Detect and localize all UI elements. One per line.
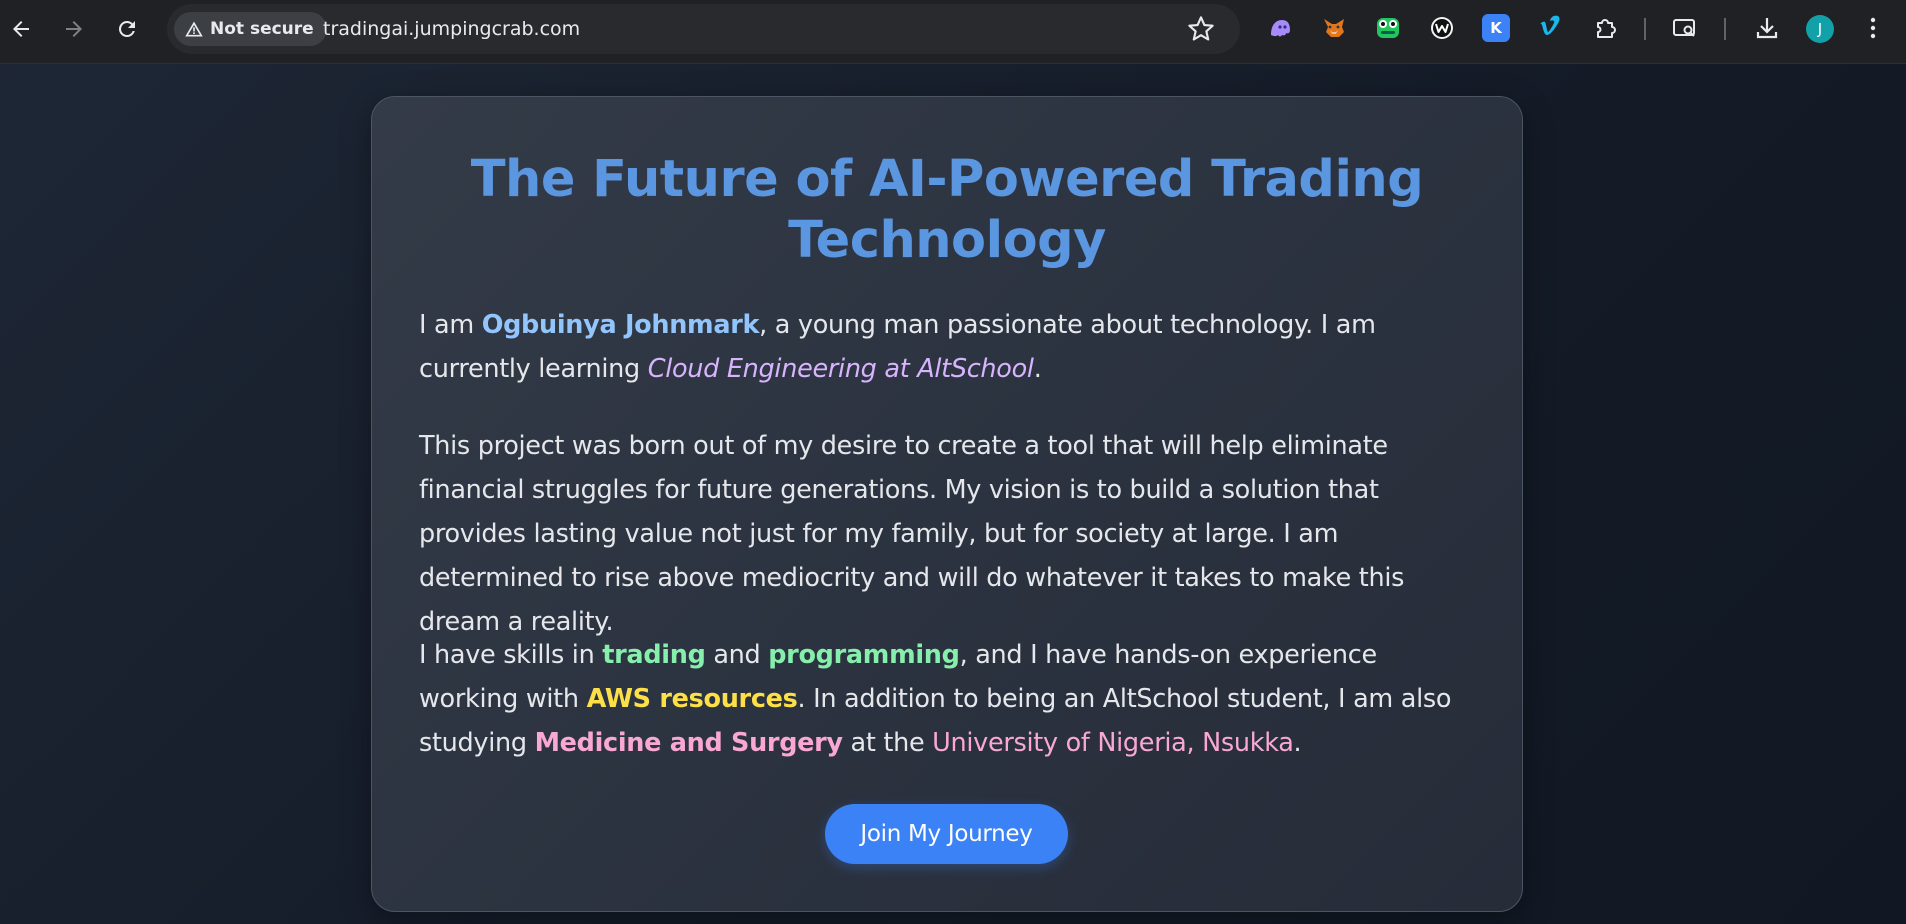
tab-search-icon[interactable] <box>1671 14 1699 42</box>
aws-resources: AWS resources <box>586 684 798 714</box>
k-extension-icon[interactable]: K <box>1482 14 1510 42</box>
skills-text-6: . <box>1293 728 1302 758</box>
skills-text-5: at the <box>842 728 933 758</box>
ghost-extension-icon[interactable] <box>1266 14 1294 42</box>
vimeo-icon[interactable] <box>1536 14 1564 42</box>
skills-text-2: and <box>705 640 769 670</box>
metamask-fox-icon[interactable] <box>1320 14 1348 42</box>
w-extension-icon[interactable] <box>1428 14 1456 42</box>
university-name: University of Nigeria, Nsukka <box>932 728 1294 758</box>
author-name: Ogbuinya Johnmark <box>481 310 760 340</box>
back-button[interactable] <box>2 10 40 48</box>
arrow-right-icon <box>66 21 82 37</box>
security-label: Not secure <box>210 19 314 39</box>
intro-text-1: I am <box>419 310 482 340</box>
bookmark-star-button[interactable] <box>1187 15 1215 43</box>
profile-avatar[interactable]: J <box>1806 15 1834 43</box>
reload-icon <box>119 21 135 37</box>
avatar-initial: J <box>1817 20 1823 38</box>
star-icon <box>1188 16 1214 41</box>
join-journey-button[interactable]: Join My Journey <box>825 804 1068 864</box>
content-card: The Future of AI-Powered Trading Technol… <box>371 96 1523 912</box>
page-title: The Future of AI-Powered Trading Technol… <box>470 150 1424 270</box>
skill-programming: programming <box>768 640 960 670</box>
medicine-surgery: Medicine and Surgery <box>534 728 843 758</box>
toolbar-divider <box>1644 18 1646 40</box>
puzzle-extensions-icon[interactable] <box>1592 14 1620 42</box>
arrow-left-icon <box>13 21 29 37</box>
frog-extension-icon[interactable] <box>1374 14 1402 42</box>
download-icon[interactable] <box>1753 14 1781 42</box>
kebab-menu-icon[interactable] <box>1859 14 1887 42</box>
vision-paragraph: This project was born out of my desire t… <box>419 431 1405 637</box>
skills-text-1: I have skills in <box>419 640 603 670</box>
forward-button[interactable] <box>55 10 93 48</box>
k-extension-label: K <box>1490 19 1502 37</box>
address-bar[interactable]: Not secure tradingai.jumpingcrab.com <box>167 4 1240 54</box>
skills-paragraph: I have skills in trading and programming… <box>419 633 1479 765</box>
intro-paragraph: I am Ogbuinya Johnmark, a young man pass… <box>419 303 1479 391</box>
reload-button[interactable] <box>108 10 146 48</box>
skill-trading: trading <box>602 640 706 670</box>
toolbar-divider <box>1724 18 1726 40</box>
intro-text-3: . <box>1033 354 1042 384</box>
warning-triangle-icon <box>185 21 203 37</box>
security-indicator[interactable]: Not secure <box>174 12 327 46</box>
course-name: Cloud Engineering at AltSchool <box>647 354 1034 384</box>
url-text[interactable]: tradingai.jumpingcrab.com <box>323 18 580 40</box>
browser-toolbar: Not secure tradingai.jumpingcrab.com K J <box>0 0 1906 64</box>
